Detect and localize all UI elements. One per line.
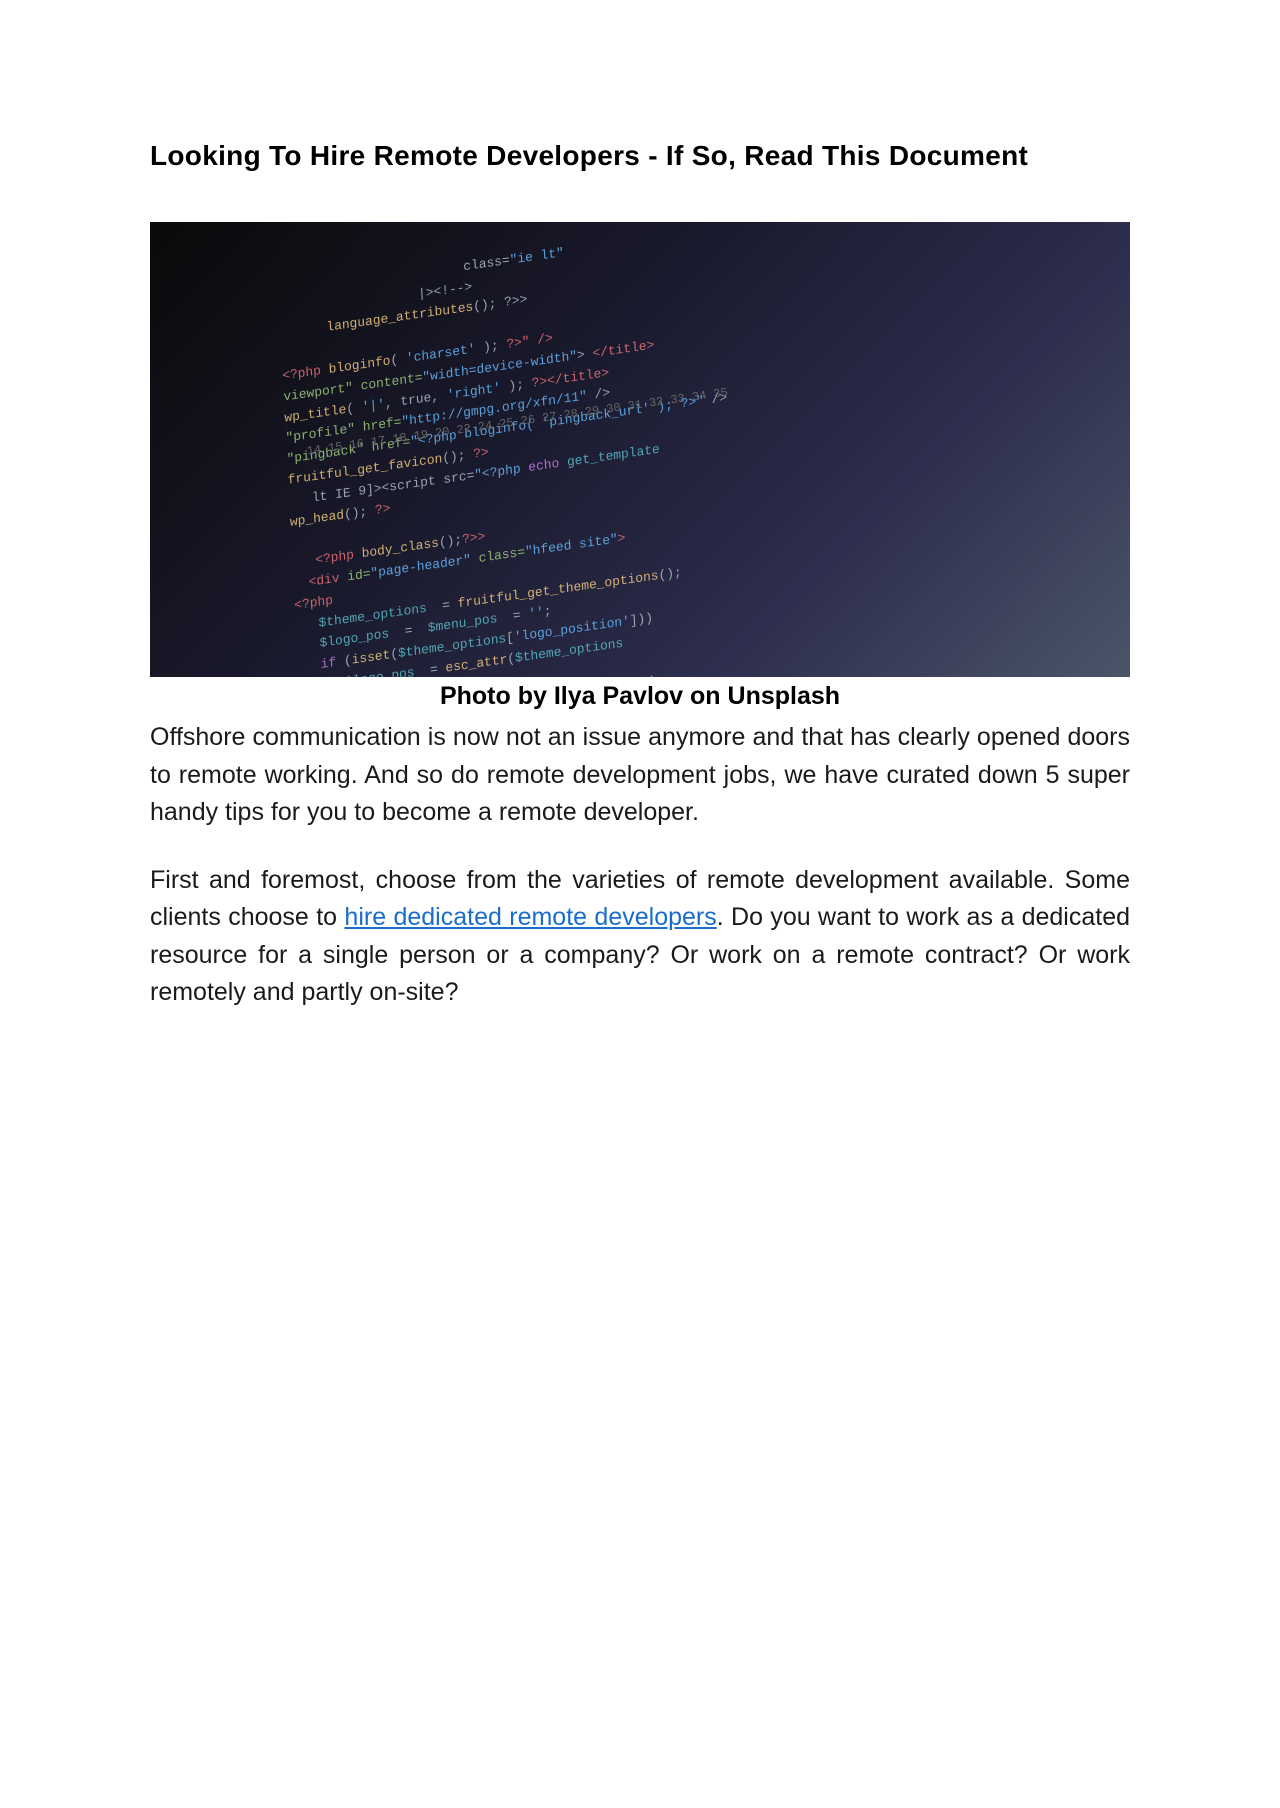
intro-paragraph: Offshore communication is now not an iss… — [150, 719, 1130, 832]
body-paragraph: First and foremost, choose from the vari… — [150, 862, 1130, 1012]
document-title: Looking To Hire Remote Developers - If S… — [150, 140, 1130, 172]
hero-code-image: class="ie lt" |><!--> language_attribute… — [150, 222, 1130, 677]
hire-developers-link[interactable]: hire dedicated remote developers — [344, 903, 716, 931]
image-caption: Photo by Ilya Pavlov on Unsplash — [150, 682, 1130, 711]
